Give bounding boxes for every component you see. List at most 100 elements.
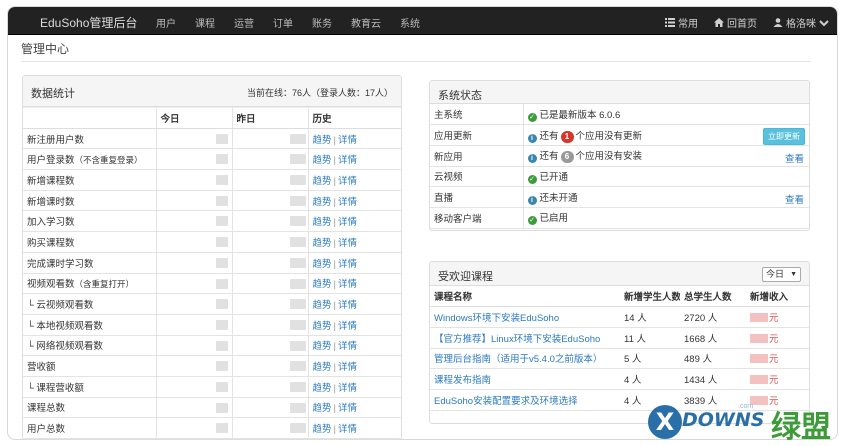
stats-today-cell	[156, 376, 233, 398]
trend-link[interactable]: 趋势	[313, 197, 332, 208]
stats-row-name: 用户登录数（不含重复登录）	[23, 148, 157, 171]
detail-link[interactable]: 详情	[338, 383, 357, 394]
currency-unit: 元	[769, 354, 779, 366]
trend-link[interactable]: 趋势	[313, 383, 332, 394]
brand-logo[interactable]: EduSoho管理后台	[40, 14, 137, 31]
stats-history-cell: 趋势 | 详情	[308, 210, 401, 233]
detail-link[interactable]: 详情	[338, 217, 357, 228]
trend-link[interactable]: 趋势	[313, 135, 332, 146]
stats-yesterday-cell	[232, 252, 309, 274]
detail-link[interactable]: 详情	[338, 259, 357, 270]
status-text: 还未开通	[539, 192, 578, 204]
trend-link[interactable]: 趋势	[313, 155, 332, 166]
trend-link[interactable]: 趋势	[313, 321, 332, 332]
course-link[interactable]: 【官方推荐】Linux环境下安装EduSoho	[434, 334, 600, 345]
stats-today-cell	[156, 252, 233, 274]
link-separator: |	[333, 237, 336, 249]
trend-link[interactable]: 趋势	[313, 217, 332, 228]
nav-item-users[interactable]: 用户	[156, 15, 176, 30]
new-students-cell: 4 人	[620, 368, 680, 390]
nav-item-edu-cloud[interactable]: 教育云	[351, 15, 381, 30]
stats-panel-header: 数据统计 当前在线：76人（登录人数：17人）	[23, 76, 401, 107]
link-separator: |	[333, 258, 336, 270]
nav-item-orders[interactable]: 订单	[273, 15, 293, 30]
watermark-x: X	[648, 405, 682, 439]
stats-yesterday-cell	[232, 210, 309, 233]
nav-item-operations[interactable]: 运营	[234, 15, 254, 30]
link-separator: |	[333, 217, 336, 229]
stats-history-cell: 趋势 | 详情	[308, 314, 401, 336]
chevron-down-icon	[819, 20, 829, 27]
update-now-button[interactable]: 立即更新	[763, 128, 805, 145]
detail-link[interactable]: 详情	[338, 197, 357, 208]
redacted-value	[215, 154, 228, 165]
stats-header-yesterday: 昨日	[232, 107, 309, 129]
popular-header-row: 课程名称 新增学生人数 总学生人数 新增收入	[430, 286, 809, 308]
redacted-value	[289, 195, 306, 206]
course-name-cell: Windows环境下安装EduSoho	[430, 306, 620, 328]
stats-row: 用户登录数（不含重复登录） 趋势 | 详情	[23, 148, 401, 171]
stats-today-cell	[156, 128, 233, 150]
detail-link[interactable]: 详情	[338, 279, 357, 290]
nav-item-system[interactable]: 系统	[400, 15, 420, 30]
trend-link[interactable]: 趋势	[313, 403, 332, 414]
status-key: 应用更新	[430, 124, 524, 146]
stats-row-name: └ 本地视频观看数	[23, 314, 157, 336]
stats-today-cell	[156, 397, 233, 419]
detail-link[interactable]: 详情	[338, 176, 357, 187]
stats-row-label: 完成课时学习数	[27, 258, 94, 270]
redacted-income	[750, 313, 768, 323]
user-menu-label: 格洛咪	[786, 19, 816, 30]
new-students-cell: 14 人	[620, 306, 680, 328]
stats-row-label: └ 网络视频观看数	[27, 341, 103, 353]
total-students-cell: 1668 人	[680, 327, 746, 349]
common-menu-button[interactable]: 常用	[665, 15, 698, 30]
detail-link[interactable]: 详情	[338, 321, 357, 332]
redacted-value	[289, 381, 306, 392]
home-icon	[714, 18, 724, 27]
detail-link[interactable]: 详情	[338, 341, 357, 352]
view-link[interactable]: 查看	[785, 192, 804, 206]
stats-history-cell: 趋势 | 详情	[308, 335, 401, 357]
trend-link[interactable]: 趋势	[313, 424, 332, 435]
stats-row-name: 加入学习数	[23, 210, 157, 233]
home-link[interactable]: 回首页	[714, 15, 757, 30]
detail-link[interactable]: 详情	[338, 155, 357, 166]
detail-link[interactable]: 详情	[338, 403, 357, 414]
redacted-value	[289, 257, 306, 268]
trend-link[interactable]: 趋势	[313, 259, 332, 270]
trend-link[interactable]: 趋势	[313, 300, 332, 311]
home-link-label: 回首页	[727, 19, 757, 30]
link-separator: |	[333, 175, 336, 187]
detail-link[interactable]: 详情	[338, 238, 357, 249]
view-link[interactable]: 查看	[785, 151, 804, 165]
trend-link[interactable]: 趋势	[313, 238, 332, 249]
detail-link[interactable]: 详情	[338, 424, 357, 435]
trend-link[interactable]: 趋势	[313, 279, 332, 290]
stats-row-label: 营收额	[27, 362, 56, 374]
stats-history-cell: 趋势 | 详情	[308, 231, 401, 253]
redacted-value	[289, 237, 306, 248]
user-menu-button[interactable]: 格洛咪	[773, 15, 829, 30]
popular-courses-table: 课程名称 新增学生人数 总学生人数 新增收入 Windows环境下安装EduSo…	[430, 286, 809, 411]
trend-link[interactable]: 趋势	[313, 176, 332, 187]
stats-yesterday-cell	[232, 355, 309, 377]
status-value: i 还有 1 个应用没有更新 立即更新	[523, 124, 809, 146]
course-link[interactable]: 管理后台指南（适用于v5.4.0之前版本）	[434, 354, 602, 365]
new-income-cell: 元	[746, 306, 809, 328]
system-status-panel: 系统状态 主系统 ✓ 已是最新版本 6.0.6 应用更新 i 还有 1 个应用没有更新 立即更新…	[429, 80, 810, 231]
detail-link[interactable]: 详情	[338, 300, 357, 311]
detail-link[interactable]: 详情	[338, 362, 357, 373]
course-link[interactable]: Windows环境下安装EduSoho	[434, 313, 559, 324]
time-range-select[interactable]: 今日 ▼	[762, 267, 801, 282]
detail-link[interactable]: 详情	[338, 135, 357, 146]
online-count: 当前在线：76人（登录人数：17人）	[246, 88, 393, 98]
course-link[interactable]: 课程发布指南	[434, 375, 491, 386]
trend-link[interactable]: 趋势	[313, 362, 332, 373]
nav-item-courses[interactable]: 课程	[195, 15, 215, 30]
trend-link[interactable]: 趋势	[313, 341, 332, 352]
status-row: 直播 i 还未开通 查看	[430, 186, 809, 208]
nav-item-accounts[interactable]: 账务	[312, 15, 332, 30]
course-link[interactable]: EduSoho安装配置要求及环境选择	[434, 396, 578, 407]
stats-row: 新增课程数 趋势 | 详情	[23, 169, 401, 191]
